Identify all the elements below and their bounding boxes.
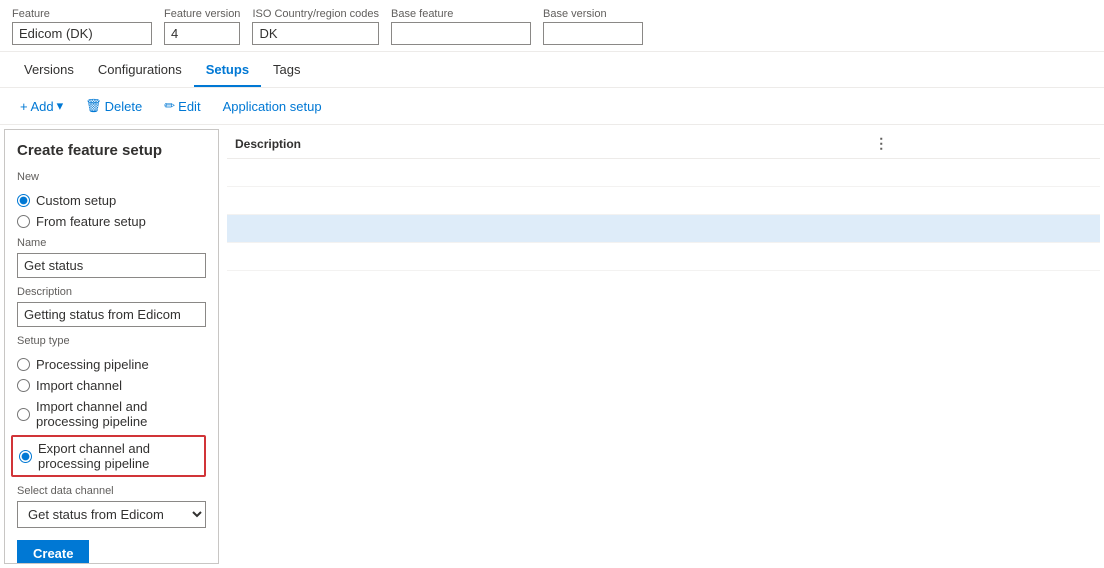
iso-label: ISO Country/region codes — [252, 8, 379, 20]
base-version-value — [543, 22, 643, 45]
panel-title: Create feature setup — [17, 142, 206, 159]
more-column-header: ⋮ — [866, 129, 1100, 159]
toolbar: + Add ▾ 🗑 Delete ✏ Edit Application setu… — [0, 88, 1104, 125]
main-content: Create feature setup New Custom setup Fr… — [0, 125, 1104, 568]
delete-icon: 🗑 — [85, 98, 102, 114]
custom-setup-label: Custom setup — [36, 193, 116, 208]
table-row-selected[interactable] — [227, 215, 1100, 243]
version-value: 4 — [164, 22, 240, 45]
page-container: Feature Edicom (DK) Feature version 4 IS… — [0, 0, 1104, 568]
add-button[interactable]: + Add ▾ — [12, 94, 71, 118]
import-channel-radio[interactable] — [17, 379, 30, 392]
processing-pipeline-label: Processing pipeline — [36, 357, 149, 372]
create-feature-setup-panel: Create feature setup New Custom setup Fr… — [4, 129, 219, 564]
row-description — [227, 187, 866, 215]
app-setup-label: Application setup — [223, 99, 322, 114]
data-channel-label: Select data channel — [17, 485, 206, 497]
setup-type-radio-group: Processing pipeline Import channel Impor… — [17, 357, 206, 477]
base-feature-field-group: Base feature — [391, 8, 531, 45]
edit-label: Edit — [178, 99, 200, 114]
tab-versions[interactable]: Versions — [12, 52, 86, 87]
export-channel-highlighted-wrapper: Export channel and processing pipeline — [11, 435, 206, 477]
from-feature-radio-item[interactable]: From feature setup — [17, 214, 206, 229]
from-feature-label: From feature setup — [36, 214, 146, 229]
from-feature-radio[interactable] — [17, 215, 30, 228]
processing-pipeline-radio[interactable] — [17, 358, 30, 371]
import-channel-processing-radio-item[interactable]: Import channel and processing pipeline — [17, 399, 206, 429]
header-fields: Feature Edicom (DK) Feature version 4 IS… — [0, 0, 1104, 52]
description-input[interactable] — [17, 302, 206, 327]
base-feature-label: Base feature — [391, 8, 531, 20]
base-feature-value — [391, 22, 531, 45]
custom-setup-radio-item[interactable]: Custom setup — [17, 193, 206, 208]
table-row[interactable] — [227, 243, 1100, 271]
setups-table: Description ⋮ — [227, 129, 1100, 271]
export-channel-radio[interactable] — [19, 450, 32, 463]
feature-field-group: Feature Edicom (DK) — [12, 8, 152, 45]
base-version-label: Base version — [543, 8, 643, 20]
tab-tags[interactable]: Tags — [261, 52, 312, 87]
version-field-group: Feature version 4 — [164, 8, 240, 45]
row-more — [866, 159, 1100, 187]
table-row[interactable] — [227, 159, 1100, 187]
row-more — [866, 187, 1100, 215]
add-caret-icon: ▾ — [57, 98, 64, 114]
import-channel-radio-item[interactable]: Import channel — [17, 378, 206, 393]
feature-value: Edicom (DK) — [12, 22, 152, 45]
import-channel-processing-radio[interactable] — [17, 408, 30, 421]
data-channel-input-group: Select data channel Get status from Edic… — [17, 485, 206, 528]
row-description — [227, 159, 866, 187]
table-area: Description ⋮ — [223, 125, 1104, 568]
row-more — [866, 215, 1100, 243]
add-label: + Add — [20, 99, 54, 114]
row-description — [227, 215, 866, 243]
more-icon[interactable]: ⋮ — [874, 135, 888, 151]
delete-button[interactable]: 🗑 Delete — [77, 94, 150, 118]
name-input[interactable] — [17, 253, 206, 278]
export-channel-radio-item[interactable]: Export channel and processing pipeline — [19, 441, 198, 471]
new-radio-group: Custom setup From feature setup — [17, 193, 206, 229]
name-label: Name — [17, 237, 206, 249]
import-channel-label: Import channel — [36, 378, 122, 393]
edit-icon: ✏ — [164, 98, 175, 114]
edit-button[interactable]: ✏ Edit — [156, 94, 208, 118]
delete-label: Delete — [105, 99, 143, 114]
description-input-group: Description — [17, 286, 206, 327]
row-description — [227, 243, 866, 271]
table-row[interactable] — [227, 187, 1100, 215]
name-input-group: Name — [17, 237, 206, 278]
tab-setups[interactable]: Setups — [194, 52, 261, 87]
export-channel-label: Export channel and processing pipeline — [38, 441, 198, 471]
base-version-field-group: Base version — [543, 8, 643, 45]
version-label: Feature version — [164, 8, 240, 20]
data-channel-select[interactable]: Get status from Edicom — [17, 501, 206, 528]
iso-field-group: ISO Country/region codes DK — [252, 8, 379, 45]
import-channel-processing-label: Import channel and processing pipeline — [36, 399, 206, 429]
row-more — [866, 243, 1100, 271]
description-label: Description — [17, 286, 206, 298]
processing-pipeline-radio-item[interactable]: Processing pipeline — [17, 357, 206, 372]
iso-value: DK — [252, 22, 379, 45]
setup-type-label: Setup type — [17, 335, 206, 347]
create-button[interactable]: Create — [17, 540, 89, 564]
app-setup-button[interactable]: Application setup — [215, 95, 330, 118]
new-section-label: New — [17, 171, 206, 183]
feature-label: Feature — [12, 8, 152, 20]
custom-setup-radio[interactable] — [17, 194, 30, 207]
tab-configurations[interactable]: Configurations — [86, 52, 194, 87]
tabs-bar: Versions Configurations Setups Tags — [0, 52, 1104, 88]
description-column-header: Description — [227, 129, 866, 159]
